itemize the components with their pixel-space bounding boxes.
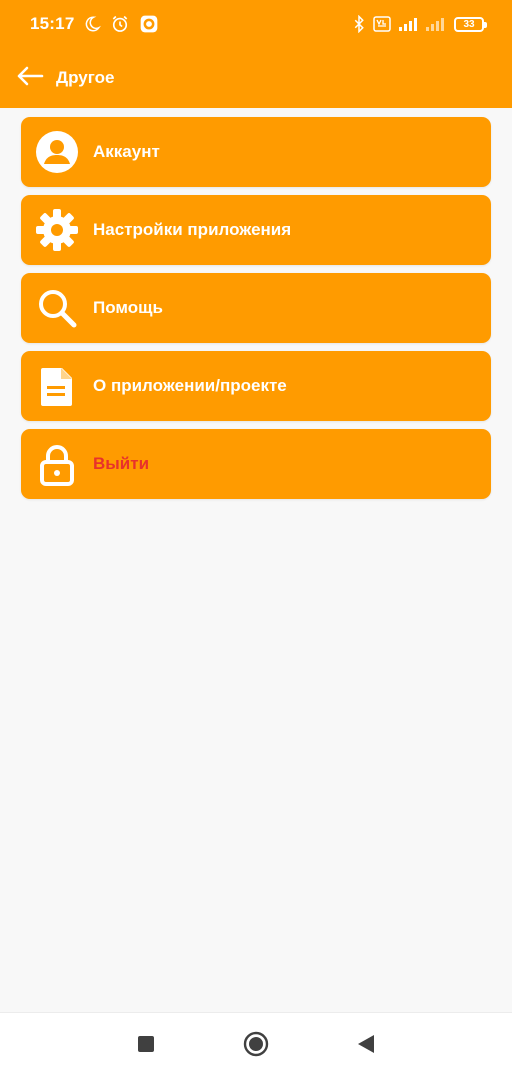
home-icon — [243, 1031, 269, 1062]
menu-item-label: Помощь — [93, 298, 163, 317]
menu-item-label: Выйти — [93, 454, 150, 473]
menu-item-label: Аккаунт — [93, 142, 160, 161]
back-icon — [357, 1034, 375, 1059]
status-time: 15:17 — [30, 14, 75, 33]
volte-icon — [373, 16, 391, 32]
nav-back-button[interactable] — [351, 1032, 381, 1062]
menu-item-label: Настройки приложения — [93, 220, 292, 239]
system-nav-bar — [0, 1012, 512, 1080]
alarm-icon — [110, 14, 130, 34]
menu-item-label: О приложении/проекте — [93, 376, 287, 395]
recents-icon — [137, 1035, 155, 1058]
menu-item-about[interactable]: О приложении/проекте — [21, 351, 491, 421]
battery-level: 33 — [463, 18, 475, 30]
record-icon — [139, 14, 159, 34]
menu-list: Аккаунт Настройки приложения Помощь О пр… — [21, 117, 491, 499]
document-icon — [35, 364, 79, 408]
back-button[interactable] — [14, 62, 46, 94]
lock-icon — [35, 442, 79, 486]
bluetooth-icon — [352, 15, 366, 33]
menu-item-account[interactable]: Аккаунт — [21, 117, 491, 187]
page-title: Другое — [56, 68, 115, 87]
moon-icon — [83, 15, 102, 33]
home-button[interactable] — [241, 1031, 271, 1062]
menu-item-logout[interactable]: Выйти — [21, 429, 491, 499]
app-bar: Другое — [0, 48, 512, 108]
signal-icon-secondary — [425, 16, 447, 32]
account-icon — [35, 130, 79, 174]
menu-item-settings[interactable]: Настройки приложения — [21, 195, 491, 265]
menu-item-help[interactable]: Помощь — [21, 273, 491, 343]
gear-icon — [35, 208, 79, 252]
status-bar: 15:17 33 — [0, 0, 512, 48]
recents-button[interactable] — [131, 1032, 161, 1062]
arrow-left-icon — [16, 66, 44, 91]
battery-icon: 33 — [454, 16, 487, 32]
search-icon — [35, 286, 79, 330]
signal-icon — [398, 16, 418, 32]
